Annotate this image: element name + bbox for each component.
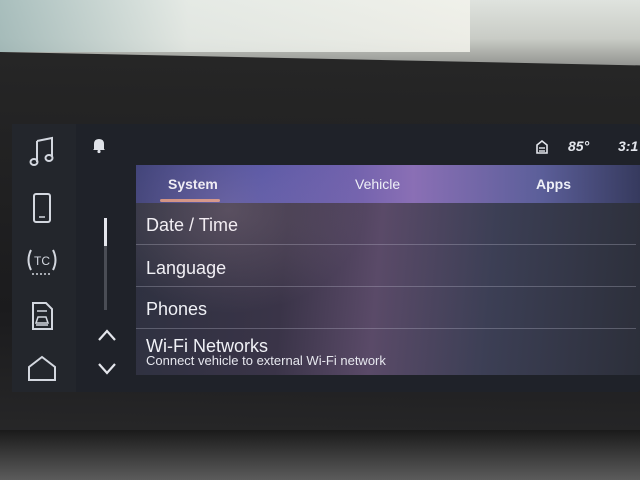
tab-apps[interactable]: Apps xyxy=(536,176,571,192)
list-item-sublabel: Connect vehicle to external Wi-Fi networ… xyxy=(146,353,386,368)
list-item-phones[interactable] xyxy=(136,287,636,329)
list-item-label: Date / Time xyxy=(146,215,239,235)
dashboard-trim xyxy=(0,430,640,480)
list-item-label: Phones xyxy=(146,299,208,319)
vehicle-info-glyph xyxy=(32,302,53,330)
notification-bell-icon[interactable] xyxy=(90,136,108,154)
music-note-glyph xyxy=(29,136,54,166)
traction-control-text: TC xyxy=(34,254,50,268)
active-tab-indicator xyxy=(160,199,220,202)
background-window-glare xyxy=(0,0,470,52)
vehicle-info-icon[interactable] xyxy=(24,298,60,334)
phone-icon[interactable] xyxy=(24,190,60,226)
home-icon[interactable] xyxy=(24,350,60,386)
scroll-up-icon[interactable] xyxy=(96,326,118,344)
list-item-label: Language xyxy=(146,258,227,278)
climate-icon xyxy=(536,139,548,154)
scrollbar-thumb[interactable] xyxy=(104,218,107,246)
outside-temperature: 85° xyxy=(568,138,590,154)
traction-control-icon[interactable]: TC xyxy=(24,244,60,280)
phone-glyph xyxy=(33,193,51,223)
home-glyph xyxy=(28,355,56,381)
traction-control-glyph: TC xyxy=(27,249,57,275)
clock: 3:1 xyxy=(618,138,639,154)
music-note-icon[interactable] xyxy=(24,134,60,170)
car-infotainment-photo: TC 85° 3:1 System Vehicle Apps Date / Ti… xyxy=(0,0,640,480)
tab-system[interactable]: System xyxy=(168,176,218,192)
tab-vehicle[interactable]: Vehicle xyxy=(355,176,400,192)
scroll-down-icon[interactable] xyxy=(96,360,118,378)
